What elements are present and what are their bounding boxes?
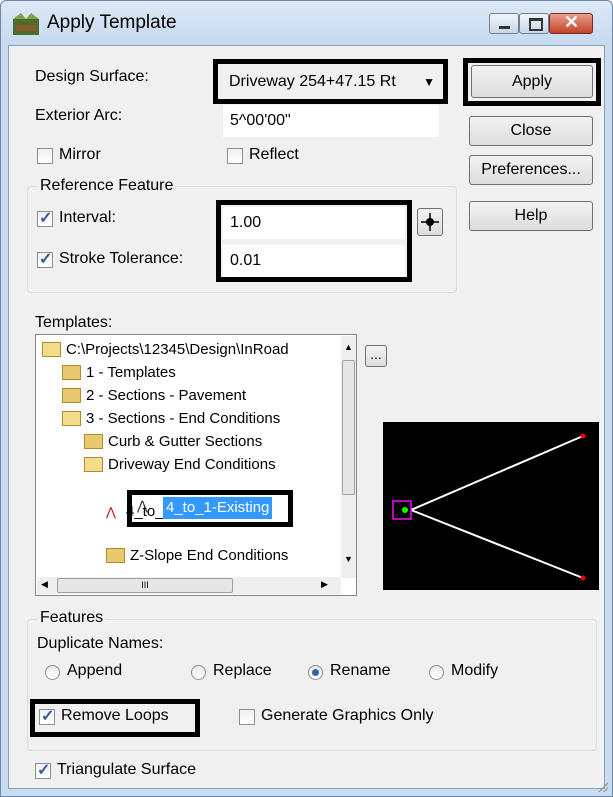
templates-label: Templates: — [35, 314, 113, 331]
reflect-checkbox[interactable] — [227, 148, 243, 164]
close-window-button[interactable]: ✕ — [549, 12, 593, 34]
hscroll-thumb[interactable]: III — [57, 578, 233, 593]
modify-radio[interactable] — [429, 665, 444, 680]
apply-template-window: Apply Template ✕ Design Surface: Drivewa… — [0, 0, 613, 797]
templates-tree[interactable]: C:\Projects\12345\Design\InRoad 1 - Temp… — [35, 334, 357, 596]
replace-label: Replace — [213, 662, 272, 679]
tree-item-label: Z-Slope End Conditions — [130, 547, 289, 564]
resize-grip-icon[interactable] — [598, 782, 608, 792]
tree-item-root[interactable]: C:\Projects\12345\Design\InRoad — [42, 339, 289, 361]
maximize-icon — [529, 18, 543, 31]
interval-label: Interval: — [59, 209, 116, 226]
stroke-tolerance-checkbox[interactable] — [37, 249, 53, 269]
rename-radio[interactable] — [308, 665, 323, 680]
preferences-button[interactable]: Preferences... — [469, 155, 593, 185]
template-icon: ⋀ — [106, 505, 116, 519]
tree-item-label: 3 - Sections - End Conditions — [86, 410, 281, 427]
minimize-button[interactable] — [489, 13, 519, 34]
scroll-right-icon: ▶ — [321, 579, 328, 589]
tree-item-curb-gutter[interactable]: Curb & Gutter Sections — [84, 431, 262, 453]
tree-item-existing[interactable]: ⋀ 4_to_1-Existing — [133, 495, 287, 521]
reflect-label: Reflect — [249, 146, 299, 163]
design-surface-label: Design Surface: — [35, 68, 149, 85]
rename-label: Rename — [330, 662, 391, 679]
maximize-button[interactable] — [519, 13, 549, 34]
folder-icon — [62, 364, 81, 380]
scroll-down-icon: ▼ — [344, 554, 353, 564]
template-app-icon — [13, 13, 39, 35]
folder-open-icon — [62, 410, 81, 426]
tree-item-driveway[interactable]: Driveway End Conditions — [84, 454, 276, 476]
tree-horizontal-scrollbar[interactable]: ◀ III ▶ — [37, 577, 341, 594]
stroke-tolerance-label: Stroke Tolerance: — [59, 250, 184, 267]
reference-feature-title: Reference Feature — [37, 177, 177, 195]
close-icon: ✕ — [564, 12, 580, 32]
duplicate-names-label: Duplicate Names: — [37, 635, 164, 652]
browse-button[interactable]: ... — [365, 345, 387, 367]
template-preview-graphic — [392, 433, 586, 581]
exterior-arc-input[interactable]: 5^00'00" — [223, 105, 439, 137]
features-title: Features — [37, 609, 107, 627]
replace-radio[interactable] — [191, 665, 206, 680]
exterior-arc-label: Exterior Arc: — [35, 107, 123, 124]
scroll-left-icon: ◀ — [41, 579, 48, 589]
vscroll-thumb[interactable] — [342, 360, 355, 495]
help-button[interactable]: Help — [469, 201, 593, 231]
locate-button[interactable] — [417, 208, 443, 236]
mirror-label: Mirror — [59, 146, 101, 163]
triangulate-label: Triangulate Surface — [57, 761, 197, 778]
folder-open-icon — [84, 456, 103, 472]
generate-graphics-label: Generate Graphics Only — [261, 707, 434, 724]
remove-loops-label: Remove Loops — [61, 707, 169, 724]
folder-open-icon — [42, 341, 61, 357]
interval-checkbox[interactable] — [37, 208, 53, 228]
scroll-up-icon: ▲ — [344, 342, 353, 352]
tree-item-z-slope[interactable]: Z-Slope End Conditions — [106, 545, 288, 567]
tree-item-label: 1 - Templates — [86, 364, 176, 381]
tree-item-label: Curb & Gutter Sections — [108, 433, 263, 450]
design-surface-value: Driveway 254+47.15 Rt — [229, 73, 396, 90]
folder-icon — [106, 547, 125, 563]
remove-loops-checkbox[interactable] — [39, 706, 55, 726]
minimize-icon — [499, 26, 510, 29]
stroke-tolerance-input[interactable]: 0.01 — [223, 245, 405, 277]
interval-input[interactable]: 1.00 — [223, 207, 405, 239]
folder-icon — [62, 387, 81, 403]
chevron-down-icon: ▼ — [423, 75, 435, 89]
tree-item-label: 2 - Sections - Pavement — [86, 387, 247, 404]
tree-item-label: Driveway End Conditions — [108, 456, 276, 473]
generate-graphics-checkbox[interactable] — [239, 709, 255, 725]
tree-item-end-conditions[interactable]: 3 - Sections - End Conditions — [62, 408, 280, 430]
append-radio[interactable] — [45, 665, 60, 680]
tree-item-templates[interactable]: 1 - Templates — [62, 362, 176, 384]
tree-item-label: 4_to_1-Existing — [163, 497, 273, 519]
mirror-checkbox[interactable] — [37, 148, 53, 164]
append-label: Append — [67, 662, 123, 679]
apply-button[interactable]: Apply — [471, 65, 593, 98]
close-button[interactable]: Close — [469, 116, 593, 146]
tree-item-label: C:\Projects\12345\Design\InRoad — [66, 341, 289, 358]
design-surface-dropdown[interactable]: Driveway 254+47.15 Rt ▼ — [223, 67, 439, 97]
folder-icon — [84, 433, 103, 449]
window-title: Apply Template — [47, 12, 177, 33]
modify-label: Modify — [451, 662, 499, 679]
triangulate-checkbox[interactable] — [35, 760, 51, 780]
crosshair-icon — [421, 213, 439, 231]
tree-vertical-scrollbar[interactable]: ▲ ▼ — [341, 336, 356, 578]
template-icon: ⋀ — [137, 498, 148, 513]
tree-item-pavement[interactable]: 2 - Sections - Pavement — [62, 385, 246, 407]
title-bar[interactable]: Apply Template ✕ — [1, 1, 612, 45]
template-preview — [383, 422, 599, 590]
